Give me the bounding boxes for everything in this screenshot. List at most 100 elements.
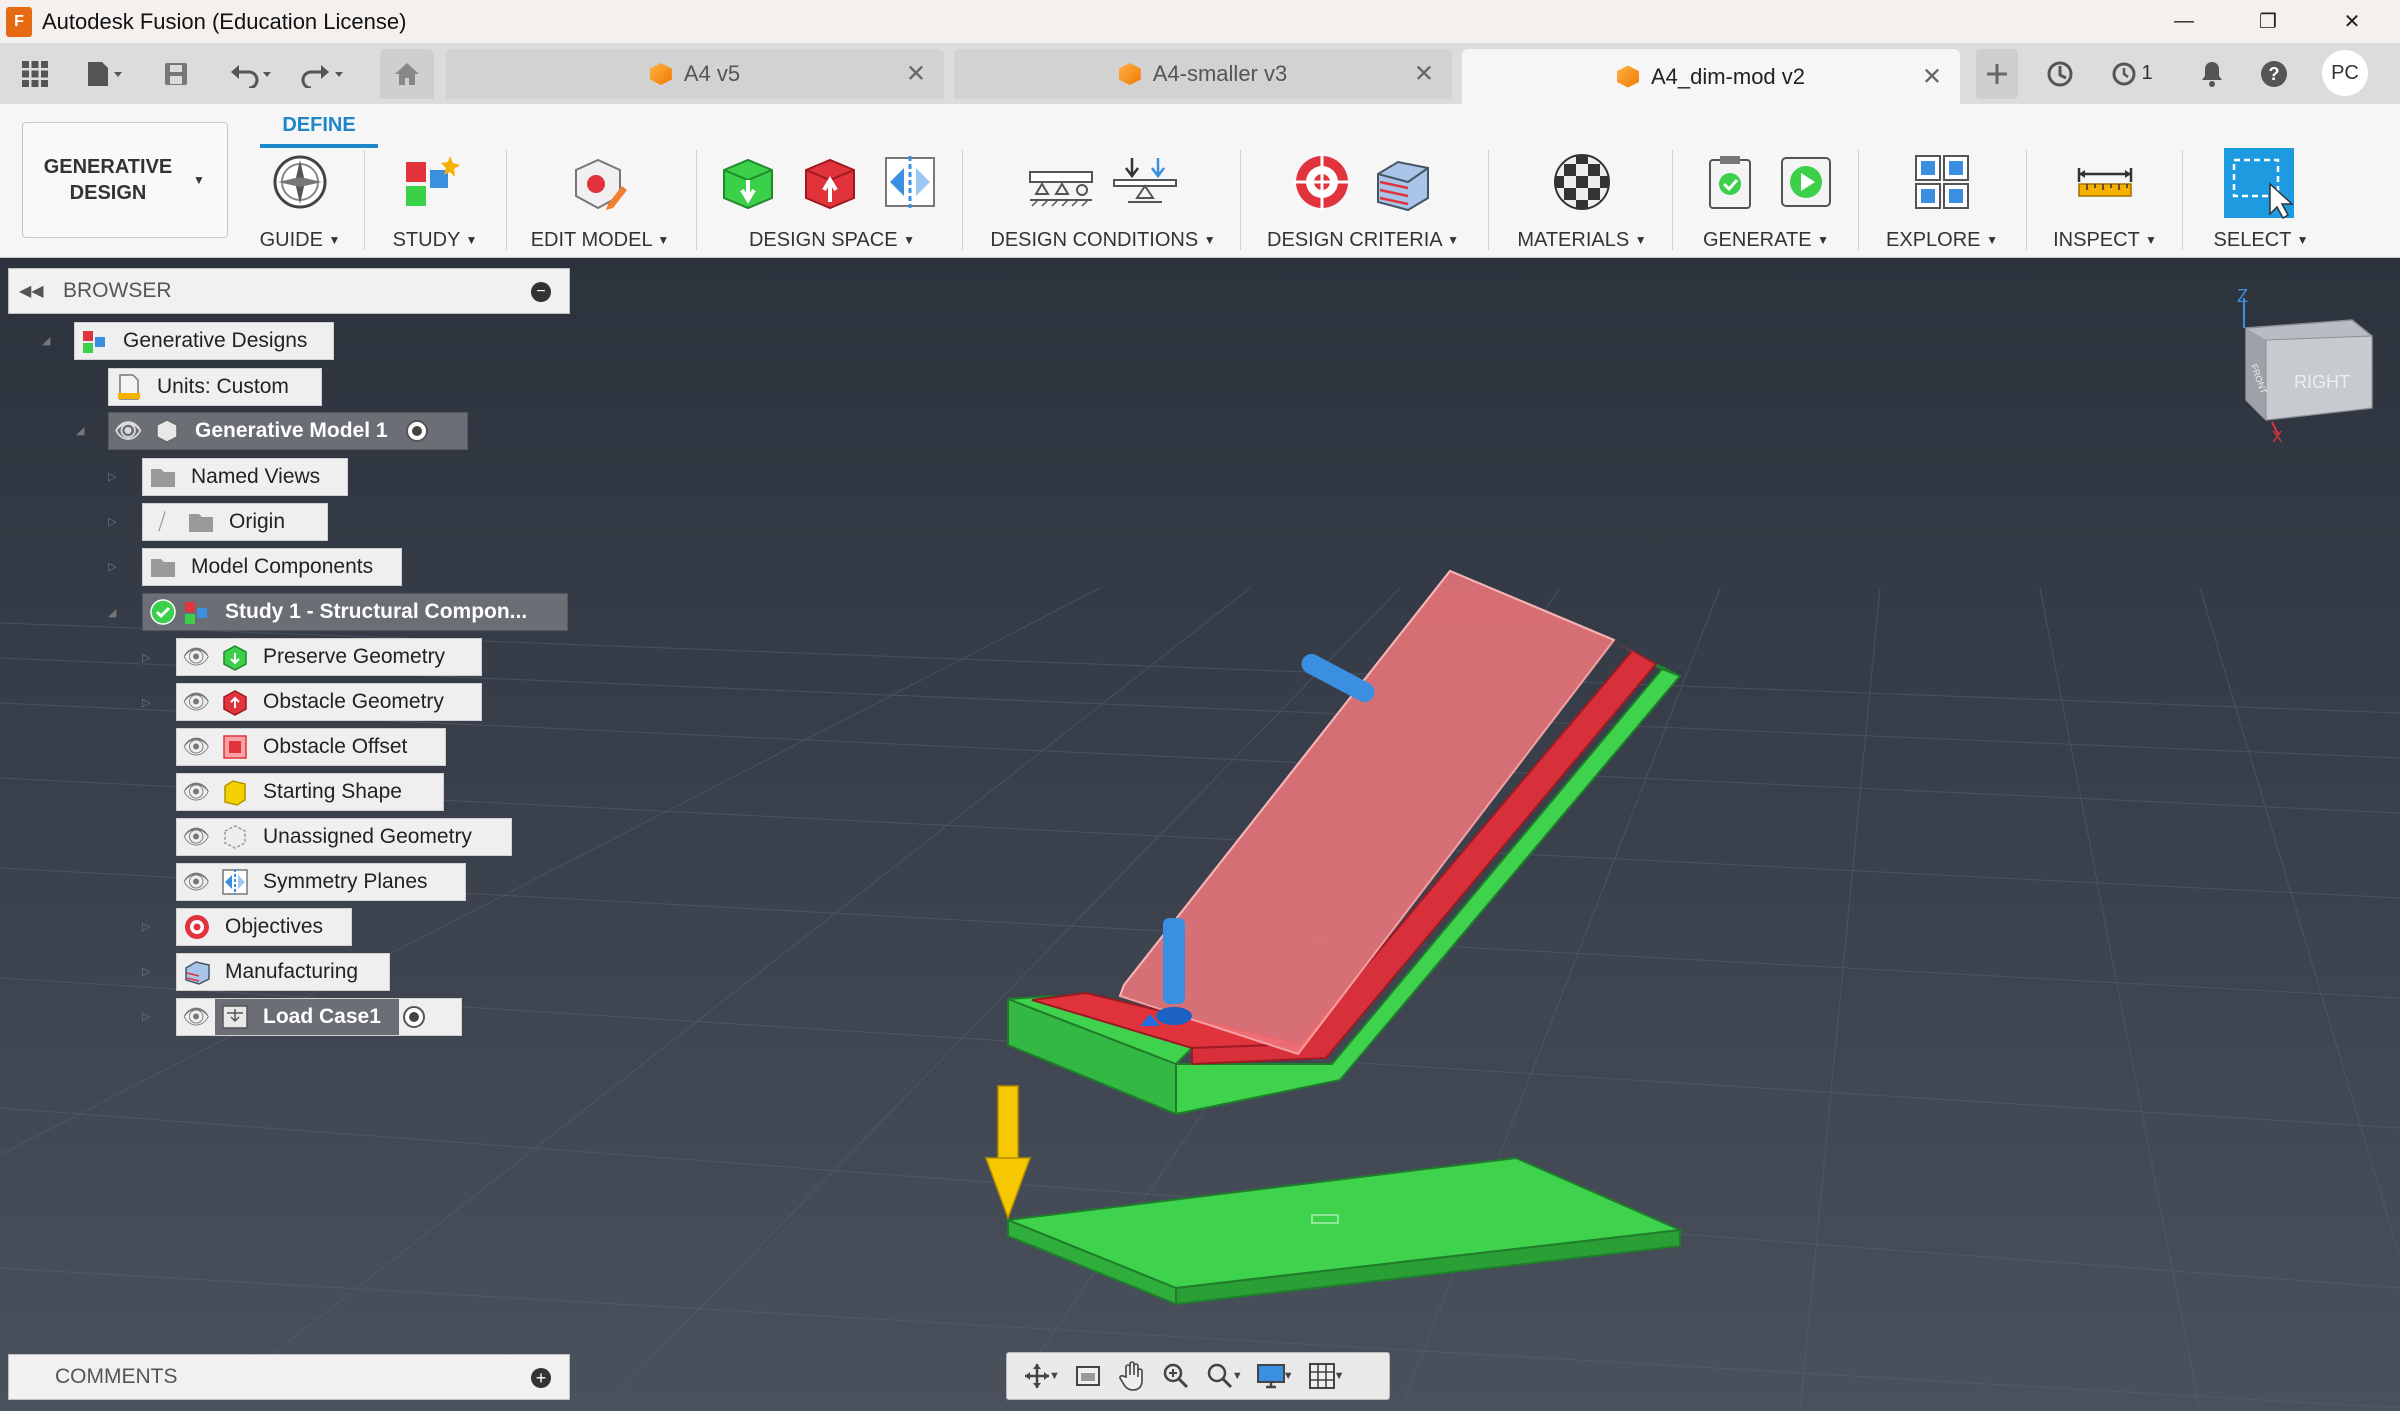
tree-node-obstacle-geometry[interactable]: 👁 Obstacle Geometry — [176, 683, 482, 721]
visibility-eye-icon[interactable]: 👁 — [177, 998, 215, 1036]
expand-toggle-icon[interactable]: ▷ — [108, 515, 122, 529]
close-tab-icon[interactable]: ✕ — [1922, 62, 1942, 91]
activate-radio[interactable] — [405, 420, 428, 442]
gravity-arrow[interactable] — [984, 1085, 1032, 1221]
browser-panel-header[interactable]: ◀◀ BROWSER − — [8, 268, 570, 314]
tree-node-named-views[interactable]: Named Views — [142, 458, 348, 496]
expand-toggle-icon[interactable]: ◢ — [108, 606, 122, 620]
divider — [696, 150, 697, 250]
window-select-icon — [2224, 148, 2294, 220]
explore-group[interactable]: EXPLORE ▼ — [1872, 152, 2012, 252]
node-label: Generative Model 1 — [195, 419, 388, 442]
collapse-panel-icon[interactable]: ◀◀ — [19, 281, 49, 301]
tree-node-obstacle-offset[interactable]: 👁 Obstacle Offset — [176, 728, 446, 766]
generate-group[interactable]: GENERATE ▼ — [1686, 152, 1846, 252]
chevron-down-icon: ▼ — [2145, 233, 2157, 247]
tree-node-symmetry-planes[interactable]: 👁 Symmetry Planes — [176, 863, 466, 901]
viewcube-face-right[interactable]: RIGHT — [2294, 372, 2350, 392]
chevron-down-icon[interactable]: ▼ — [1232, 1370, 1243, 1382]
objectives-target-icon — [185, 915, 209, 939]
visibility-eye-icon[interactable]: 👁 — [177, 818, 215, 856]
node-label: Objectives — [225, 915, 324, 938]
activate-radio[interactable] — [402, 1006, 425, 1028]
add-comment-icon[interactable]: + — [531, 1368, 551, 1388]
tree-node-study-1[interactable]: Study 1 - Structural Compon... — [142, 593, 568, 631]
tree-node-model-components[interactable]: Model Components — [142, 548, 402, 586]
help-icon[interactable]: ? — [2254, 43, 2294, 104]
visibility-eye-icon[interactable]: 👁 — [177, 638, 215, 676]
tab-a4-dim-mod-v2[interactable]: A4_dim-mod v2 ✕ — [1462, 49, 1960, 104]
workspace-switcher-button[interactable]: GENERATIVE DESIGN ▼ — [22, 122, 228, 238]
tab-a4-v5[interactable]: A4 v5 ✕ — [446, 49, 944, 99]
design-criteria-group[interactable]: DESIGN CRITERIA ▼ — [1254, 152, 1472, 252]
tab-define[interactable]: DEFINE — [260, 108, 378, 148]
redo-icon[interactable] — [292, 43, 352, 104]
tree-node-manufacturing[interactable]: Manufacturing — [176, 953, 390, 991]
select-group[interactable]: SELECT ▼ — [2196, 148, 2326, 252]
design-space-group[interactable]: DESIGN SPACE ▼ — [712, 152, 952, 252]
tree-node-origin[interactable]: ⧸ Origin — [142, 503, 328, 541]
edit-model-group[interactable]: EDIT MODEL ▼ — [520, 152, 680, 252]
visibility-eye-icon[interactable]: 👁 — [109, 412, 147, 450]
preserve-base-plate[interactable] — [1004, 1156, 1684, 1306]
tree-node-generative-designs[interactable]: Generative Designs — [74, 322, 334, 360]
chevron-down-icon[interactable]: ▼ — [1049, 1370, 1060, 1382]
tree-node-generative-model[interactable]: 👁 Generative Model 1 — [108, 412, 468, 450]
expand-toggle-icon[interactable]: ▷ — [142, 965, 156, 979]
study-group[interactable]: STUDY ▼ — [380, 152, 490, 252]
tab-a4-smaller-v3[interactable]: A4-smaller v3 ✕ — [954, 49, 1452, 99]
minimize-button[interactable]: — — [2148, 0, 2220, 43]
close-tab-icon[interactable]: ✕ — [1414, 60, 1434, 89]
file-menu-icon[interactable] — [74, 43, 134, 104]
notifications-bell-icon[interactable] — [2192, 43, 2232, 104]
job-status-icon[interactable]: 1 — [2102, 43, 2162, 104]
comments-panel[interactable]: COMMENTS + — [8, 1354, 570, 1400]
design-conditions-group[interactable]: DESIGN CONDITIONS ▼ — [976, 152, 1230, 252]
chevron-down-icon[interactable]: ▼ — [1334, 1370, 1345, 1382]
tree-node-unassigned-geometry[interactable]: 👁 Unassigned Geometry — [176, 818, 512, 856]
pan-hand-icon[interactable] — [1110, 1356, 1154, 1396]
minimize-panel-icon[interactable]: − — [531, 282, 551, 302]
expand-toggle-icon[interactable]: ▷ — [142, 651, 156, 665]
obstacle-geometry-icon — [805, 158, 855, 210]
expand-toggle-icon[interactable]: ◢ — [42, 334, 56, 348]
materials-group[interactable]: MATERIALS ▼ — [1502, 152, 1662, 252]
expand-toggle-icon[interactable]: ▷ — [142, 1010, 156, 1024]
close-tab-icon[interactable]: ✕ — [906, 60, 926, 89]
new-tab-plus-icon[interactable] — [1976, 49, 2018, 99]
visibility-eye-icon[interactable]: 👁 — [177, 683, 215, 721]
guide-group[interactable]: GUIDE ▼ — [250, 152, 350, 252]
hidden-eye-icon[interactable]: ⧸ — [143, 503, 181, 541]
expand-toggle-icon[interactable]: ▷ — [142, 696, 156, 710]
look-at-icon[interactable] — [1066, 1356, 1110, 1396]
expand-toggle-icon[interactable]: ▷ — [108, 470, 122, 484]
tree-node-objectives[interactable]: Objectives — [176, 908, 352, 946]
expand-toggle-icon[interactable]: ▷ — [108, 560, 122, 574]
starting-shape-icon — [224, 780, 246, 806]
workspace-label: GENERATIVE DESIGN — [43, 156, 173, 204]
app-grid-icon[interactable] — [10, 43, 60, 104]
tree-node-starting-shape[interactable]: 👁 Starting Shape — [176, 773, 444, 811]
zoom-icon[interactable] — [1154, 1356, 1198, 1396]
home-icon[interactable] — [380, 49, 434, 99]
visibility-eye-icon[interactable]: 👁 — [177, 863, 215, 901]
inspect-group[interactable]: INSPECT ▼ — [2040, 152, 2170, 252]
data-panel-sync-icon[interactable] — [2040, 43, 2080, 104]
guide-label: GUIDE — [259, 229, 323, 251]
expand-toggle-icon[interactable]: ◢ — [76, 424, 90, 438]
structural-constraint-icon — [1029, 171, 1093, 207]
undo-icon[interactable] — [222, 43, 282, 104]
visibility-eye-icon[interactable]: 👁 — [177, 728, 215, 766]
close-window-button[interactable]: ✕ — [2316, 0, 2388, 43]
save-icon[interactable] — [156, 43, 196, 104]
tree-node-units[interactable]: Units: Custom — [108, 368, 322, 406]
tree-node-load-case-1[interactable]: 👁 Load Case1 — [176, 998, 462, 1036]
viewcube[interactable]: Z RIGHT FRONT X — [2232, 288, 2382, 448]
chevron-down-icon[interactable]: ▼ — [1283, 1370, 1294, 1382]
expand-toggle-icon[interactable]: ▷ — [142, 920, 156, 934]
tab-label: A4-smaller v3 — [1152, 61, 1288, 86]
user-avatar[interactable]: PC — [2322, 50, 2368, 96]
restore-button[interactable]: ❐ — [2232, 0, 2304, 43]
visibility-eye-icon[interactable]: 👁 — [177, 773, 215, 811]
tree-node-preserve-geometry[interactable]: 👁 Preserve Geometry — [176, 638, 482, 676]
